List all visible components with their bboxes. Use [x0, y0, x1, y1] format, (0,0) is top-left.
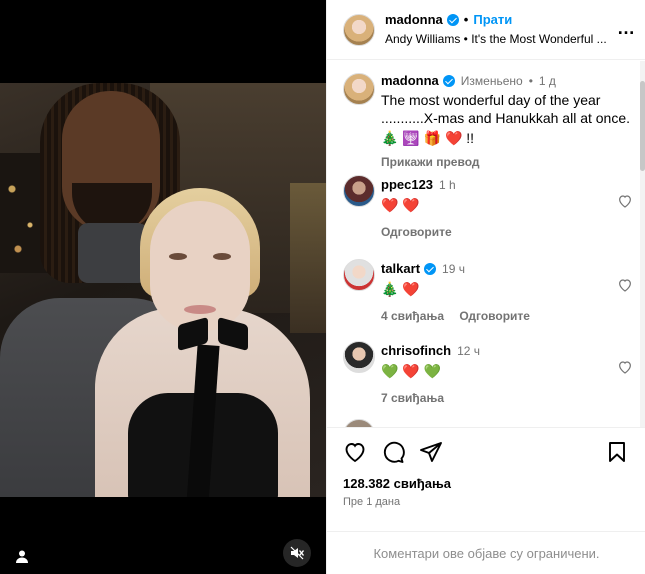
caption-time[interactable]: 1 д	[539, 74, 556, 88]
like-comment-icon[interactable]	[617, 193, 633, 212]
comments-restricted-notice: Коментари ове објаве су ограничени.	[327, 531, 645, 574]
comment-username[interactable]: ppec123	[381, 177, 433, 192]
share-send-icon[interactable]	[419, 440, 443, 464]
post-side-panel: madonna • Прати Andy Williams • It's the…	[326, 0, 645, 574]
more-options-icon[interactable]: …	[617, 18, 636, 39]
comment-likes[interactable]: 4 свиђања	[381, 309, 444, 323]
comment-item: ppec123 1 h ❤️ ❤️ Одговорите	[343, 175, 639, 245]
comment-text: ❤️ ❤️	[381, 197, 420, 213]
comment-bubble-icon[interactable]	[381, 440, 405, 464]
edited-label: Изменьено	[460, 73, 523, 88]
post-media[interactable]	[0, 0, 326, 574]
comment-username[interactable]: chrisofinch	[381, 343, 451, 358]
follow-button[interactable]: Прати	[473, 12, 512, 27]
comment-username[interactable]: talkart	[381, 261, 420, 276]
like-comment-icon[interactable]	[617, 359, 633, 378]
comment-time: 1 h	[439, 177, 456, 192]
comment-time: 12 ч	[457, 343, 481, 358]
comment-time: 19 ч	[442, 261, 465, 276]
verified-icon	[424, 262, 437, 275]
avatar[interactable]	[343, 341, 375, 373]
comments-list[interactable]: madonna Изменьено • 1 д The most wonderf…	[327, 61, 645, 427]
comment-item: talkart 19 ч 🎄 ❤️ 4 свиђања Одговорите	[343, 259, 639, 329]
speaker-muted-icon	[290, 546, 304, 560]
like-comment-icon[interactable]	[617, 277, 633, 296]
comments-scrollbar[interactable]	[640, 61, 645, 427]
post-actions: 128.382 свиђања Пре 1 дана	[327, 427, 645, 530]
post-date[interactable]: Пре 1 дана	[343, 496, 400, 508]
save-bookmark-icon[interactable]	[605, 440, 629, 464]
avatar[interactable]	[343, 175, 375, 207]
avatar[interactable]	[343, 259, 375, 291]
caption-line-2: ...........X-mas and Hanukkah all at onc…	[381, 110, 631, 126]
comment-item	[343, 419, 639, 427]
mute-button[interactable]	[283, 539, 311, 567]
avatar[interactable]	[343, 73, 375, 105]
likes-count[interactable]: 128.382 свиђања	[343, 476, 451, 491]
comment-likes[interactable]: 7 свиђања	[381, 391, 444, 405]
like-heart-icon[interactable]	[343, 440, 367, 464]
verified-icon	[446, 13, 459, 26]
avatar[interactable]	[343, 14, 375, 46]
audio-link[interactable]: Andy Williams • It's the Most Wonderful …	[385, 32, 607, 46]
comment-text: 💚 ❤️ 💚	[381, 363, 442, 379]
post-photo	[0, 83, 326, 497]
see-translation-link[interactable]: Прикажи превод	[381, 155, 480, 169]
comment-text: 🎄 ❤️	[381, 281, 420, 297]
reply-button[interactable]: Одговорите	[381, 225, 452, 239]
caption-emojis: 🎄 🕎 🎁 ❤️ !!	[381, 130, 475, 146]
verified-icon	[442, 74, 455, 87]
caption-line-1: The most wonderful day of the year	[381, 92, 601, 108]
comment-item: chrisofinch 12 ч 💚 ❤️ 💚 7 свиђања	[343, 341, 639, 411]
avatar[interactable]	[343, 419, 375, 427]
post-header: madonna • Прати Andy Williams • It's the…	[327, 0, 645, 60]
author-username[interactable]: madonna	[385, 12, 443, 27]
caption-username[interactable]: madonna	[381, 73, 439, 88]
reply-button[interactable]: Одговорите	[459, 309, 530, 323]
tagged-users-icon[interactable]	[12, 546, 32, 566]
